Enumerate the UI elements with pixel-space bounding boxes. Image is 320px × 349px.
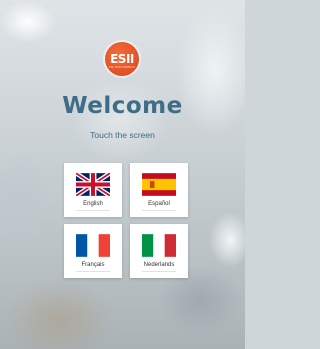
divider-line bbox=[142, 210, 176, 211]
language-card-espanol[interactable]: Español bbox=[130, 163, 188, 217]
language-card-nederlands[interactable]: Nederlands bbox=[130, 224, 188, 278]
divider-line bbox=[76, 210, 110, 211]
language-card-francais[interactable]: Français bbox=[64, 224, 122, 278]
language-label-francais: Français bbox=[81, 262, 105, 268]
logo-subtext: ESII ELECTRONICS bbox=[108, 66, 136, 69]
language-label-espanol: Español bbox=[148, 201, 170, 207]
spain-flag-icon bbox=[142, 173, 176, 196]
uk-flag-icon bbox=[76, 173, 110, 196]
divider-line bbox=[142, 271, 176, 272]
brand-logo: ESII ESII ELECTRONICS bbox=[105, 42, 139, 76]
divider-line bbox=[76, 271, 110, 272]
logo-text: ESII bbox=[110, 52, 134, 66]
italy-flag-icon bbox=[142, 234, 176, 257]
welcome-title: Welcome bbox=[62, 93, 183, 119]
language-label-english: English bbox=[83, 201, 103, 207]
france-flag-icon bbox=[76, 234, 110, 257]
language-card-english[interactable]: English bbox=[64, 163, 122, 217]
touch-screen-subtitle: Touch the screen bbox=[90, 130, 155, 140]
language-label-nederlands: Nederlands bbox=[143, 262, 175, 268]
